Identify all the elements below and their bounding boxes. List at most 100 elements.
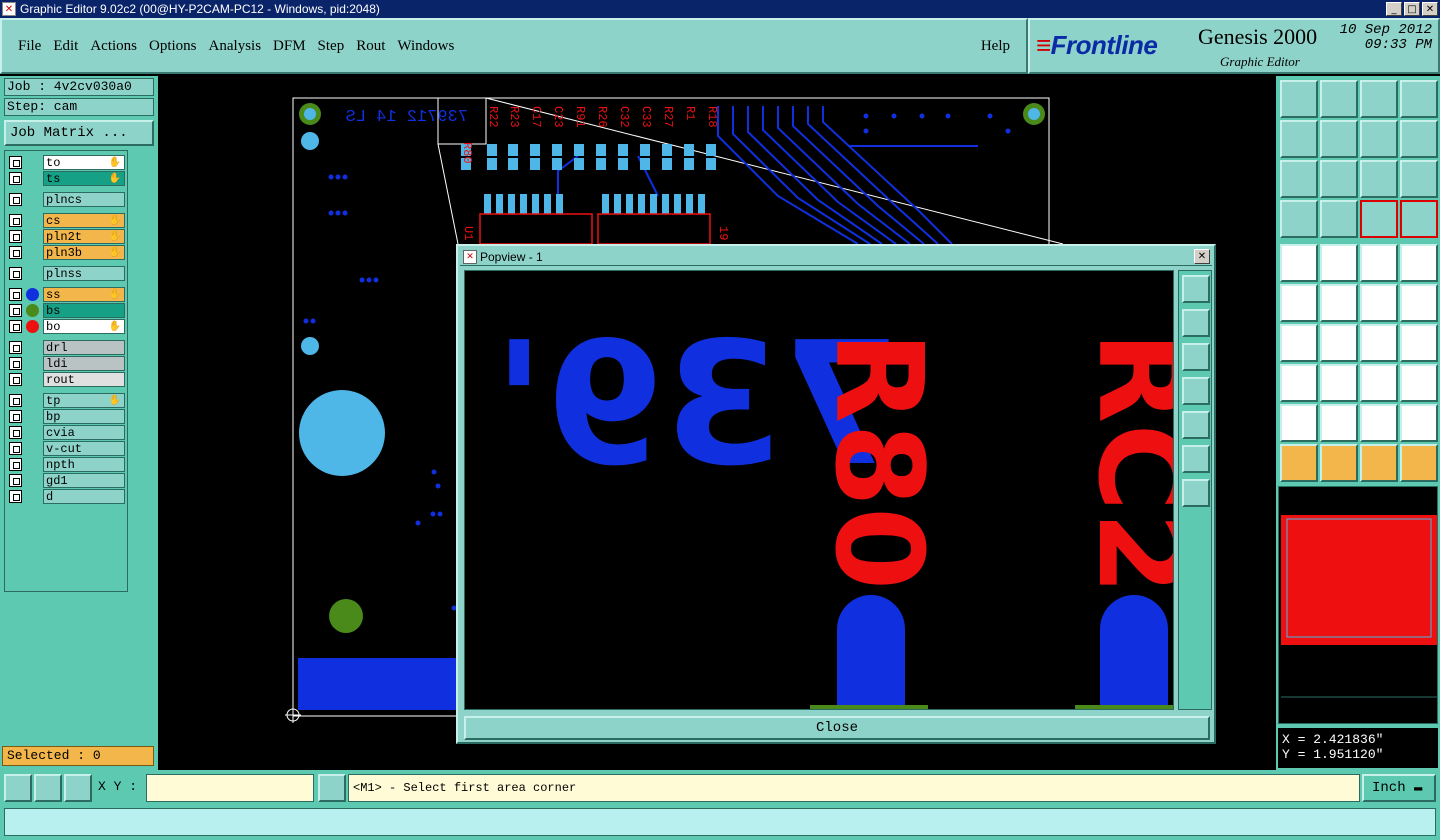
layer-row-tp[interactable]: tp ✋ bbox=[7, 393, 127, 408]
zoom-tool-icon[interactable] bbox=[1320, 160, 1358, 198]
layer-name[interactable]: bo ✋ bbox=[43, 319, 125, 334]
overview-svg[interactable] bbox=[1279, 487, 1439, 725]
shape-tool-icon[interactable] bbox=[1400, 364, 1438, 402]
tri4-tool-icon[interactable] bbox=[1400, 404, 1438, 442]
menu-actions[interactable]: Actions bbox=[90, 38, 137, 55]
layer-checkbox[interactable] bbox=[9, 490, 22, 503]
layer-row-drl[interactable]: drl bbox=[7, 340, 127, 355]
menu-windows[interactable]: Windows bbox=[397, 38, 454, 55]
layer-checkbox[interactable] bbox=[9, 214, 22, 227]
layers-tool-icon[interactable] bbox=[1360, 200, 1398, 238]
import-tool-icon[interactable] bbox=[1280, 120, 1318, 158]
scale-tool-icon[interactable] bbox=[1360, 160, 1398, 198]
layer-checkbox[interactable] bbox=[9, 373, 22, 386]
layer-row-ss[interactable]: ss ✋ bbox=[7, 287, 127, 302]
layer-checkbox[interactable] bbox=[9, 172, 22, 185]
snap-tool-icon[interactable] bbox=[1320, 284, 1358, 322]
zoom-area-icon[interactable] bbox=[4, 774, 32, 802]
layer-name[interactable]: cvia bbox=[43, 425, 125, 440]
pad-sel-tool-icon[interactable] bbox=[1280, 364, 1318, 402]
tri1-tool-icon[interactable] bbox=[1280, 404, 1318, 442]
menu-analysis[interactable]: Analysis bbox=[209, 38, 262, 55]
layer-row-pln3b[interactable]: pln3b ✋ bbox=[7, 245, 127, 260]
layer-checkbox[interactable] bbox=[9, 288, 22, 301]
layer-name[interactable]: npth bbox=[43, 457, 125, 472]
popview-tool-button[interactable] bbox=[1182, 377, 1210, 405]
nodes-tool-icon[interactable] bbox=[1280, 284, 1318, 322]
popview-tool-button[interactable] bbox=[1182, 479, 1210, 507]
layer-row-ldi[interactable]: ldi bbox=[7, 356, 127, 371]
arrow-tool-icon[interactable] bbox=[1280, 244, 1318, 282]
layer-row-plncs[interactable]: plncs bbox=[7, 192, 127, 207]
layer-name[interactable]: ts ✋ bbox=[43, 171, 125, 186]
layer-row-d[interactable]: d bbox=[7, 489, 127, 504]
layer-row-plnss[interactable]: plnss bbox=[7, 266, 127, 281]
menu-step[interactable]: Step bbox=[318, 38, 345, 55]
grid-icon[interactable] bbox=[64, 774, 92, 802]
pad-tool-icon[interactable] bbox=[1400, 244, 1438, 282]
menu-dfm[interactable]: DFM bbox=[273, 38, 306, 55]
layer-checkbox[interactable] bbox=[9, 246, 22, 259]
layer-row-pln2t[interactable]: pln2t ✋ bbox=[7, 229, 127, 244]
layer-checkbox[interactable] bbox=[9, 320, 22, 333]
layer-name[interactable]: drl bbox=[43, 340, 125, 355]
layer-name[interactable]: ldi bbox=[43, 356, 125, 371]
pointer-box-tool-icon[interactable] bbox=[1320, 444, 1358, 482]
export-tool-icon[interactable] bbox=[1320, 120, 1358, 158]
layer-row-bs[interactable]: bs bbox=[7, 303, 127, 318]
popview-tool-button[interactable] bbox=[1182, 411, 1210, 439]
popview-tool-button[interactable] bbox=[1182, 275, 1210, 303]
layer-checkbox[interactable] bbox=[9, 156, 22, 169]
job-matrix-button[interactable]: Job Matrix ... bbox=[4, 120, 154, 146]
layer-name[interactable]: pln3b ✋ bbox=[43, 245, 125, 260]
popview-close-button[interactable]: Close bbox=[464, 716, 1210, 740]
menu-options[interactable]: Options bbox=[149, 38, 197, 55]
layer-name[interactable]: tp ✋ bbox=[43, 393, 125, 408]
layer-row-rout[interactable]: rout bbox=[7, 372, 127, 387]
layer-checkbox[interactable] bbox=[9, 341, 22, 354]
layer-name[interactable]: rout bbox=[43, 372, 125, 387]
layer-row-bo[interactable]: bo ✋ bbox=[7, 319, 127, 334]
close-window-button[interactable]: ✕ bbox=[1422, 2, 1438, 16]
layer-checkbox[interactable] bbox=[9, 230, 22, 243]
tri3-tool-icon[interactable] bbox=[1360, 404, 1398, 442]
swap-tool-icon[interactable] bbox=[1360, 120, 1398, 158]
angle-tool-icon[interactable] bbox=[1280, 324, 1318, 362]
layer-checkbox[interactable] bbox=[9, 474, 22, 487]
tri2-tool-icon[interactable] bbox=[1320, 404, 1358, 442]
pointer-tool-icon[interactable] bbox=[1280, 444, 1318, 482]
fit-tool-icon[interactable] bbox=[1280, 160, 1318, 198]
layer-row-cvia[interactable]: cvia bbox=[7, 425, 127, 440]
save-tool-icon[interactable] bbox=[1320, 80, 1358, 118]
menu-edit[interactable]: Edit bbox=[53, 38, 78, 55]
layer-checkbox[interactable] bbox=[9, 426, 22, 439]
popview-close-icon[interactable]: ✕ bbox=[1194, 249, 1210, 264]
exclaim-icon[interactable] bbox=[318, 774, 346, 802]
layer-checkbox[interactable] bbox=[9, 410, 22, 423]
units-select[interactable]: Inch ▬ bbox=[1362, 774, 1436, 802]
line-tool-icon[interactable] bbox=[1320, 244, 1358, 282]
layer-name[interactable]: plncs bbox=[43, 192, 125, 207]
xy-input[interactable] bbox=[146, 774, 314, 802]
layer-row-npth[interactable]: npth bbox=[7, 457, 127, 472]
layer-row-bp[interactable]: bp bbox=[7, 409, 127, 424]
layer-name[interactable]: to ✋ bbox=[43, 155, 125, 170]
route-tool-icon[interactable] bbox=[1400, 444, 1438, 482]
connect-tool-icon[interactable] bbox=[1360, 284, 1398, 322]
slope-tool-icon[interactable] bbox=[1320, 324, 1358, 362]
flip-tool-icon[interactable] bbox=[1400, 120, 1438, 158]
popview-tool-button[interactable] bbox=[1182, 309, 1210, 337]
select-tool-icon[interactable] bbox=[1360, 444, 1398, 482]
menu-rout[interactable]: Rout bbox=[356, 38, 385, 55]
popview-zoom[interactable]: 739' R80 RC2 bbox=[465, 271, 1174, 710]
layer-name[interactable]: gd1 bbox=[43, 473, 125, 488]
layer-row-cs[interactable]: cs ✋ bbox=[7, 213, 127, 228]
popview-canvas[interactable]: 739' R80 RC2 bbox=[464, 270, 1174, 710]
help-tool-icon[interactable] bbox=[1400, 160, 1438, 198]
layer-row-to[interactable]: to ✋ bbox=[7, 155, 127, 170]
layer-checkbox[interactable] bbox=[9, 267, 22, 280]
layer-checkbox[interactable] bbox=[9, 357, 22, 370]
overview-map[interactable] bbox=[1278, 486, 1438, 724]
layer-name[interactable]: d bbox=[43, 489, 125, 504]
popview-tool-button[interactable] bbox=[1182, 445, 1210, 473]
